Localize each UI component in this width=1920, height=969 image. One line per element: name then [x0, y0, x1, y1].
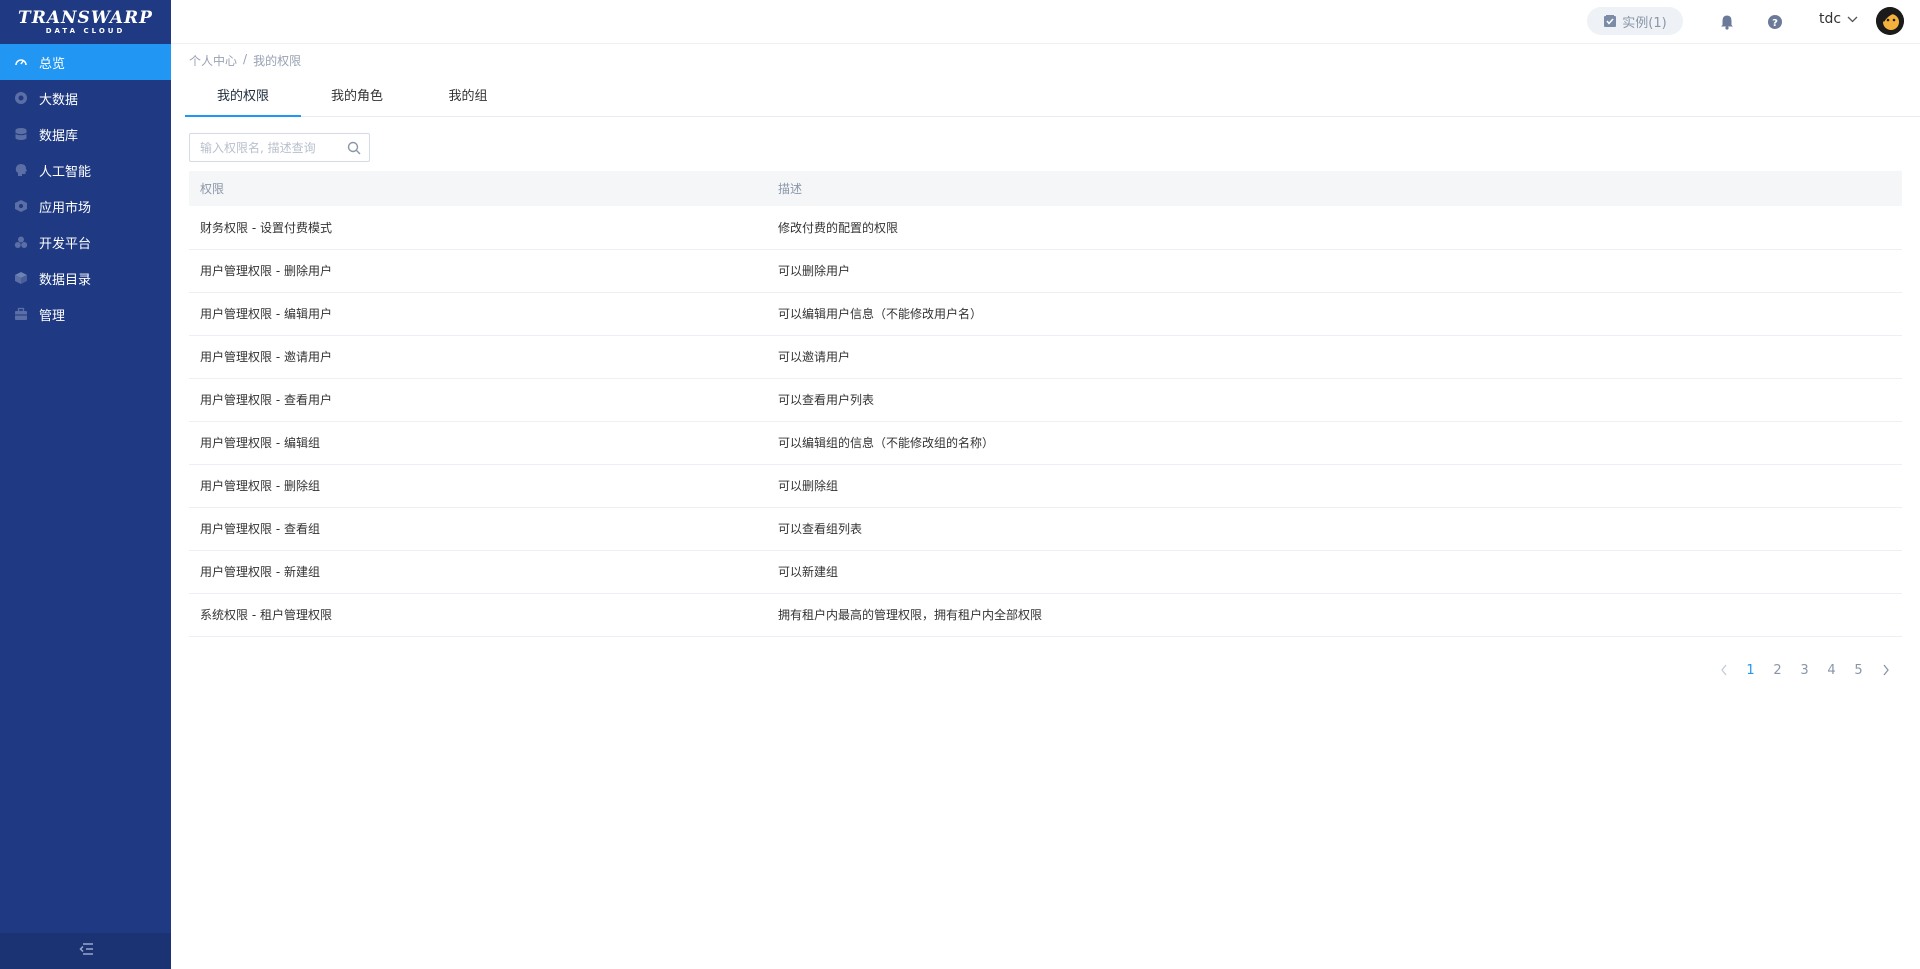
sidebar-item-label: 管理 [39, 308, 66, 324]
page-button-1[interactable]: 1 [1737, 663, 1764, 678]
column-header-permission: 权限 [189, 171, 767, 206]
sidebar-item-data-catalog[interactable]: 数据目录 [0, 260, 171, 296]
tab-my-permissions[interactable]: 我的权限 [185, 80, 301, 117]
table-row: 用户管理权限 - 编辑组 可以编辑组的信息（不能修改组的名称） [189, 421, 1902, 465]
management-icon [14, 307, 28, 321]
breadcrumb-parent[interactable]: 个人中心 [189, 52, 237, 69]
search-box [189, 133, 370, 162]
user-name-label: tdc [1819, 11, 1842, 27]
table-row: 系统权限 - 租户管理权限 拥有租户内最高的管理权限，拥有租户内全部权限 [189, 593, 1902, 637]
sidebar-item-bigdata[interactable]: 大数据 [0, 80, 171, 116]
app-market-icon [14, 199, 28, 213]
permission-name: 用户管理权限 - 删除用户 [189, 249, 767, 293]
permission-description: 可以编辑组的信息（不能修改组的名称） [767, 421, 1902, 465]
tab-my-groups[interactable]: 我的组 [413, 80, 523, 117]
sidebar-item-label: 开发平台 [39, 236, 92, 252]
chevron-down-icon [1847, 16, 1858, 22]
permission-name: 财务权限 - 设置付费模式 [189, 206, 767, 250]
dashboard-icon [14, 55, 28, 69]
permissions-table: 权限 描述 财务权限 - 设置付费模式 修改付费的配置的权限 用户管理权限 - … [189, 171, 1902, 637]
permission-name: 用户管理权限 - 查看用户 [189, 378, 767, 422]
permission-name: 用户管理权限 - 查看组 [189, 507, 767, 551]
sidebar-item-app-market[interactable]: 应用市场 [0, 188, 171, 224]
tabs: 我的权限 我的角色 我的组 [185, 80, 1920, 117]
sidebar-item-database[interactable]: 数据库 [0, 116, 171, 152]
breadcrumb-separator: / [243, 52, 248, 66]
table-row: 用户管理权限 - 新建组 可以新建组 [189, 550, 1902, 594]
permission-description: 可以删除用户 [767, 249, 1902, 293]
chevron-left-icon [1720, 664, 1727, 676]
sidebar-item-label: 数据库 [39, 128, 79, 144]
permission-description: 拥有租户内最高的管理权限，拥有租户内全部权限 [767, 593, 1902, 637]
table-row: 用户管理权限 - 编辑用户 可以编辑用户信息（不能修改用户名） [189, 292, 1902, 336]
permission-description: 可以新建组 [767, 550, 1902, 594]
sidebar-item-dev-platform[interactable]: 开发平台 [0, 224, 171, 260]
permission-description: 可以邀请用户 [767, 335, 1902, 379]
page-button-5[interactable]: 5 [1845, 663, 1872, 678]
sidebar-collapse-button[interactable] [0, 933, 171, 969]
collapse-menu-icon [78, 942, 94, 960]
sidebar: TRANSWARP DATA CLOUD 总览 大数据 数据库 人工智能 应用市… [0, 0, 171, 969]
search-icon [347, 141, 361, 154]
permission-description: 可以查看组列表 [767, 507, 1902, 551]
table-row: 用户管理权限 - 删除组 可以删除组 [189, 464, 1902, 508]
tab-my-roles[interactable]: 我的角色 [301, 80, 413, 117]
table-row: 财务权限 - 设置付费模式 修改付费的配置的权限 [189, 206, 1902, 250]
sidebar-item-label: 数据目录 [39, 272, 92, 288]
breadcrumb: 个人中心 / 我的权限 [189, 52, 301, 69]
permission-description: 可以查看用户列表 [767, 378, 1902, 422]
permission-description: 可以编辑用户信息（不能修改用户名） [767, 292, 1902, 336]
help-icon[interactable]: ? [1765, 12, 1785, 32]
permission-description: 修改付费的配置的权限 [767, 206, 1902, 250]
dev-platform-icon [14, 235, 28, 249]
sidebar-item-label: 大数据 [39, 92, 79, 108]
svg-text:?: ? [1772, 18, 1778, 29]
user-menu[interactable]: tdc [1819, 11, 1858, 27]
search-button[interactable] [340, 134, 368, 161]
page-button-4[interactable]: 4 [1818, 663, 1845, 678]
sidebar-item-label: 总览 [39, 56, 66, 72]
logo-subtitle: DATA CLOUD [45, 26, 126, 35]
sidebar-item-overview[interactable]: 总览 [0, 44, 171, 80]
table-row: 用户管理权限 - 邀请用户 可以邀请用户 [189, 335, 1902, 379]
table-row: 用户管理权限 - 查看用户 可以查看用户列表 [189, 378, 1902, 422]
bigdata-icon [14, 91, 28, 105]
logo[interactable]: TRANSWARP DATA CLOUD [0, 0, 171, 44]
permission-name: 用户管理权限 - 删除组 [189, 464, 767, 508]
breadcrumb-current: 我的权限 [253, 54, 302, 68]
chevron-right-icon [1882, 664, 1889, 676]
pagination: 1 2 3 4 5 [1710, 660, 1899, 680]
permission-name: 用户管理权限 - 邀请用户 [189, 335, 767, 379]
permission-name: 系统权限 - 租户管理权限 [189, 593, 767, 637]
next-page-button[interactable] [1872, 664, 1899, 676]
page-button-2[interactable]: 2 [1764, 663, 1791, 678]
permission-description: 可以删除组 [767, 464, 1902, 508]
sidebar-item-label: 人工智能 [39, 164, 92, 180]
logo-name: TRANSWARP [18, 7, 153, 28]
table-row: 用户管理权限 - 查看组 可以查看组列表 [189, 507, 1902, 551]
page-button-3[interactable]: 3 [1791, 663, 1818, 678]
sidebar-item-management[interactable]: 管理 [0, 296, 171, 332]
table-header-row: 权限 描述 [189, 171, 1902, 206]
data-catalog-icon [14, 271, 28, 285]
search-input[interactable] [190, 134, 340, 161]
prev-page-button[interactable] [1710, 664, 1737, 676]
database-icon [14, 127, 28, 141]
avatar[interactable] [1876, 7, 1904, 35]
ai-brain-icon [14, 163, 28, 177]
notification-bell-icon[interactable] [1717, 12, 1737, 32]
permission-name: 用户管理权限 - 编辑用户 [189, 292, 767, 336]
sidebar-item-label: 应用市场 [39, 200, 92, 216]
top-header: 实例(1) ? tdc [171, 0, 1920, 44]
column-header-description: 描述 [767, 171, 1902, 206]
instance-icon [1604, 15, 1617, 27]
instance-button[interactable]: 实例(1) [1587, 7, 1683, 35]
table-row: 用户管理权限 - 删除用户 可以删除用户 [189, 249, 1902, 293]
instance-label: 实例(1) [1622, 15, 1667, 31]
permission-name: 用户管理权限 - 新建组 [189, 550, 767, 594]
permission-name: 用户管理权限 - 编辑组 [189, 421, 767, 465]
sidebar-item-ai[interactable]: 人工智能 [0, 152, 171, 188]
sidebar-nav: 总览 大数据 数据库 人工智能 应用市场 开发平台 数据目录 管理 [0, 44, 171, 332]
